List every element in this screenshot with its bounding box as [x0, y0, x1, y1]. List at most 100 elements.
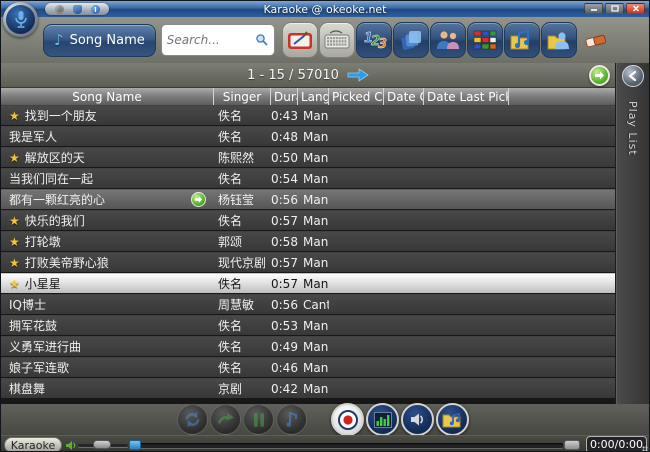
duration-cell: 0:49	[271, 339, 298, 354]
eraser-icon[interactable]	[584, 32, 608, 48]
settings-shield-icon[interactable]	[72, 4, 82, 14]
song-name-cell: ★ 打轮墩	[1, 233, 214, 250]
singer-cell: 佚名	[218, 340, 243, 354]
song-list-panel: 1 - 15 / 57010 Song NameSingerDuratLangu…	[1, 63, 616, 404]
playlist-tab-label[interactable]: Play List	[626, 101, 639, 156]
column-header[interactable]: Date Last Pick	[424, 88, 509, 105]
record-indicator-icon[interactable]	[54, 4, 64, 14]
progress-slider-track[interactable]	[129, 443, 563, 448]
song-name-cell: ★ 拥军花鼓	[1, 317, 214, 334]
column-header[interactable]: Date Crea	[384, 88, 424, 105]
person-folder-button[interactable]	[540, 22, 577, 58]
duration-cell: 0:58	[271, 234, 298, 249]
numbers-123-button[interactable]: 123	[355, 22, 392, 58]
column-header[interactable]: Durat	[271, 88, 298, 105]
maximize-button[interactable]	[605, 3, 624, 14]
equalizer-button[interactable]	[366, 403, 399, 436]
song-name-text: 小星星	[24, 277, 61, 291]
song-name-text: 棋盘舞	[9, 382, 46, 396]
language-cell: Man	[303, 318, 329, 333]
blue-arrow-right-icon[interactable]	[347, 68, 369, 82]
languages-flags-button[interactable]	[466, 22, 503, 58]
melody-button[interactable]	[276, 404, 307, 435]
language-cell: Man	[303, 339, 329, 354]
language-cell: Man	[303, 150, 329, 165]
search-input[interactable]	[166, 33, 255, 47]
language-cell: Man	[303, 108, 329, 123]
page-range-text: 1 - 15 / 57010	[247, 67, 339, 83]
source-selector-button[interactable]: Karaoke	[4, 437, 62, 451]
singer-cell: 陈熙然	[218, 151, 255, 165]
song-name-cell: ★ 娘子军连歌	[1, 359, 214, 376]
keyboard-button[interactable]	[318, 22, 355, 58]
song-cards-button[interactable]	[392, 22, 429, 58]
title-bar[interactable]: Karaoke @ okeoke.net	[1, 1, 649, 17]
repeat-button[interactable]	[177, 404, 208, 435]
singer-cell: 佚名	[218, 130, 243, 144]
pause-button[interactable]	[243, 404, 274, 435]
play-now-icon[interactable]	[191, 192, 206, 207]
toolbar: ♪ Song Name 123	[1, 17, 649, 63]
table-row[interactable]: ★ 小星星 佚名 0:57 Man	[1, 273, 616, 293]
duration-cell: 0:57	[271, 276, 298, 291]
resize-grip[interactable]	[642, 446, 648, 451]
next-song-button[interactable]	[210, 404, 241, 435]
table-row[interactable]: ★ 都有一颗红亮的心 杨钰莹 0:56 Man	[1, 189, 616, 209]
speaker-button[interactable]	[401, 403, 434, 436]
singer-cell: 周慧敏	[218, 298, 255, 312]
table-row[interactable]: ★ 当我们同在一起 佚名 0:54 Man	[1, 168, 616, 188]
singer-cell: 佚名	[218, 214, 243, 228]
singer-cell: 佚名	[218, 109, 243, 123]
column-header[interactable]: Singer	[214, 88, 271, 105]
search-icon[interactable]	[255, 33, 269, 47]
duration-cell: 0:42	[271, 381, 298, 396]
duration-cell: 0:57	[271, 213, 298, 228]
song-name-text: 拥军花鼓	[9, 319, 58, 333]
song-name-search-mode-button[interactable]: ♪ Song Name	[43, 23, 156, 57]
handwriting-pad-button[interactable]	[281, 22, 318, 58]
column-header[interactable]: Song Name	[1, 88, 214, 105]
window-controls	[584, 3, 645, 14]
music-folder-button[interactable]	[436, 403, 469, 436]
app-logo[interactable]	[3, 2, 38, 37]
progress-slider-handle[interactable]	[129, 440, 141, 450]
record-button[interactable]	[331, 403, 364, 436]
minimize-button[interactable]	[584, 3, 603, 14]
quick-access-bar	[45, 3, 109, 15]
duration-cell: 0:48	[271, 129, 298, 144]
table-row[interactable]: ★ 打轮墩 郭颂 0:58 Man	[1, 231, 616, 251]
star-icon: ★	[9, 276, 20, 291]
singers-button[interactable]	[429, 22, 466, 58]
next-page-button[interactable]	[589, 65, 611, 86]
info-icon[interactable]	[90, 4, 100, 14]
table-row[interactable]: ★ IQ博士 周慧敏 0:56 Cant	[1, 294, 616, 314]
table-row[interactable]: ★ 棋盘舞 京剧 0:42 Man	[1, 378, 616, 398]
table-row[interactable]: ★ 拥军花鼓 佚名 0:53 Man	[1, 315, 616, 335]
language-cell: Man	[303, 234, 329, 249]
note-folder-button[interactable]	[503, 22, 540, 58]
column-header[interactable]: Picked Co	[329, 88, 384, 105]
column-header[interactable]: Langu	[298, 88, 329, 105]
volume-slider-handle[interactable]	[93, 440, 111, 449]
table-row[interactable]: ★ 解放区的天 陈熙然 0:50 Man	[1, 147, 616, 167]
table-row[interactable]: ★ 义勇军进行曲 佚名 0:49 Man	[1, 336, 616, 356]
song-name-text: 义勇军进行曲	[9, 340, 82, 354]
sidebar-collapse-button[interactable]	[621, 65, 644, 87]
table-header: Song NameSingerDuratLanguPicked CoDate C…	[1, 88, 616, 105]
singer-cell: 佚名	[218, 361, 243, 375]
table-row[interactable]: ★ 打败美帝野心狼 现代京剧 0:57 Man	[1, 252, 616, 272]
song-name-cell: ★ 义勇军进行曲	[1, 338, 214, 355]
duration-cell: 0:56	[271, 192, 298, 207]
table-row[interactable]: ★ 快乐的我们 佚名 0:57 Man	[1, 210, 616, 230]
table-row[interactable]: ★ 我是军人 佚名 0:48 Man	[1, 126, 616, 146]
search-box[interactable]	[160, 24, 275, 56]
song-name-button-label: Song Name	[69, 32, 145, 48]
song-name-cell: ★ 我是军人	[1, 128, 214, 145]
song-name-cell: ★ 打败美帝野心狼	[1, 254, 214, 271]
table-row[interactable]: ★ 娘子军连歌 佚名 0:46 Man	[1, 357, 616, 377]
close-button[interactable]	[626, 3, 645, 14]
table-row[interactable]: ★ 找到一个朋友 佚名 0:43 Man	[1, 105, 616, 125]
duration-cell: 0:43	[271, 108, 298, 123]
song-name-cell: ★ IQ博士	[1, 296, 214, 313]
progress-end-handle[interactable]	[564, 440, 580, 450]
